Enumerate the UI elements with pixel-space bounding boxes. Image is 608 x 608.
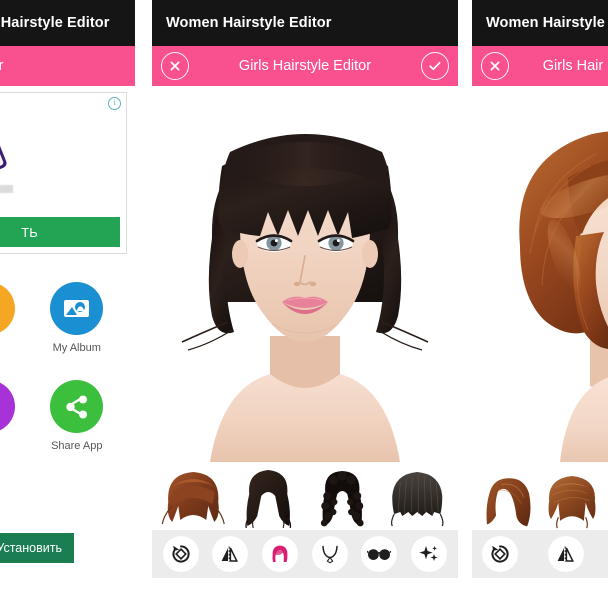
ad-caption-text: [0, 185, 13, 193]
left-actionbar-title: yle Editor: [0, 58, 4, 74]
model-red-hair: [472, 86, 608, 462]
menu-item-my-album-label: My Album: [52, 342, 101, 354]
mid-titlebar-text: Women Hairstyle Editor: [166, 15, 332, 31]
hairstyle-icon[interactable]: [262, 536, 299, 572]
panel-mid-editor-screen: Women Hairstyle Editor Girls Hairstyle E…: [152, 0, 458, 608]
right-actionbar: Girls Hair: [472, 46, 608, 86]
hairstyle-thumb-dark-long[interactable]: [231, 466, 306, 530]
necklace-icon[interactable]: [311, 536, 348, 572]
left-ad-card[interactable]: i ТЬ: [0, 92, 127, 254]
ad-phone-image: [0, 103, 15, 181]
left-menu-grid: My Album s: [0, 282, 135, 452]
right-model-canvas[interactable]: [472, 86, 608, 462]
menu-item-camera[interactable]: [0, 282, 33, 354]
panel-right-editor-screen: Women Hairstyle Ed Girls Hair: [472, 0, 608, 608]
ad-info-icon[interactable]: i: [108, 97, 121, 110]
mid-toolbar: [152, 530, 458, 578]
hairstyle-thumb-auburn-bob-fringe[interactable]: [540, 466, 604, 530]
star-icon[interactable]: [0, 380, 15, 433]
left-bottom-ad[interactable]: тиции Установить: [0, 524, 135, 572]
right-toolbar: [472, 530, 608, 578]
mid-model-canvas[interactable]: [152, 86, 458, 462]
left-titlebar: Women Hairstyle Editor: [0, 0, 135, 46]
mid-hairstyle-thumbnails: [152, 462, 458, 530]
hairstyle-thumb-auburn-long-side[interactable]: [476, 466, 540, 530]
right-titlebar: Women Hairstyle Ed: [472, 0, 608, 46]
mid-actionbar-title: Girls Hairstyle Editor: [238, 58, 372, 74]
menu-item-my-album[interactable]: My Album: [33, 282, 122, 354]
right-titlebar-text: Women Hairstyle Ed: [486, 15, 608, 31]
right-actionbar-title: Girls Hair: [542, 58, 604, 74]
menu-item-share-app-label: Share App: [51, 440, 103, 452]
flip-icon[interactable]: [548, 536, 584, 572]
sparkle-icon[interactable]: [411, 536, 448, 572]
ad-install-button[interactable]: ТЬ: [0, 217, 120, 247]
hairstyle-thumb-auburn-curly[interactable]: [604, 466, 608, 530]
install-button[interactable]: Установить: [0, 533, 74, 563]
rotate-icon[interactable]: [162, 536, 199, 572]
hairstyle-thumb-black-curly[interactable]: [305, 466, 380, 530]
hairstyle-thumb-auburn-bob[interactable]: [156, 466, 231, 530]
menu-item-rate[interactable]: s: [0, 380, 33, 452]
left-titlebar-text: Women Hairstyle Editor: [0, 15, 110, 31]
photo-album-icon[interactable]: [50, 282, 104, 335]
screenshot-stage: Women Hairstyle Editor yle Editor i: [0, 0, 608, 608]
flip-icon[interactable]: [212, 536, 249, 572]
close-icon[interactable]: [481, 52, 509, 80]
close-icon[interactable]: [161, 52, 189, 80]
rotate-icon[interactable]: [482, 536, 518, 572]
panel-left-menu-screen: Women Hairstyle Editor yle Editor i: [0, 0, 135, 608]
model-dark-hair: [152, 86, 458, 462]
mid-actionbar: Girls Hairstyle Editor: [152, 46, 458, 86]
left-actionbar: yle Editor: [0, 46, 135, 86]
menu-item-share-app[interactable]: Share App: [33, 380, 122, 452]
sunglasses-icon[interactable]: [361, 536, 398, 572]
right-hairstyle-thumbnails: [472, 462, 608, 530]
mid-titlebar: Women Hairstyle Editor: [152, 0, 458, 46]
hairstyle-thumb-dark-fringe[interactable]: [380, 466, 455, 530]
share-icon[interactable]: [50, 380, 104, 433]
camera-icon[interactable]: [0, 282, 15, 335]
ad-install-label: ТЬ: [21, 224, 38, 240]
check-icon[interactable]: [421, 52, 449, 80]
